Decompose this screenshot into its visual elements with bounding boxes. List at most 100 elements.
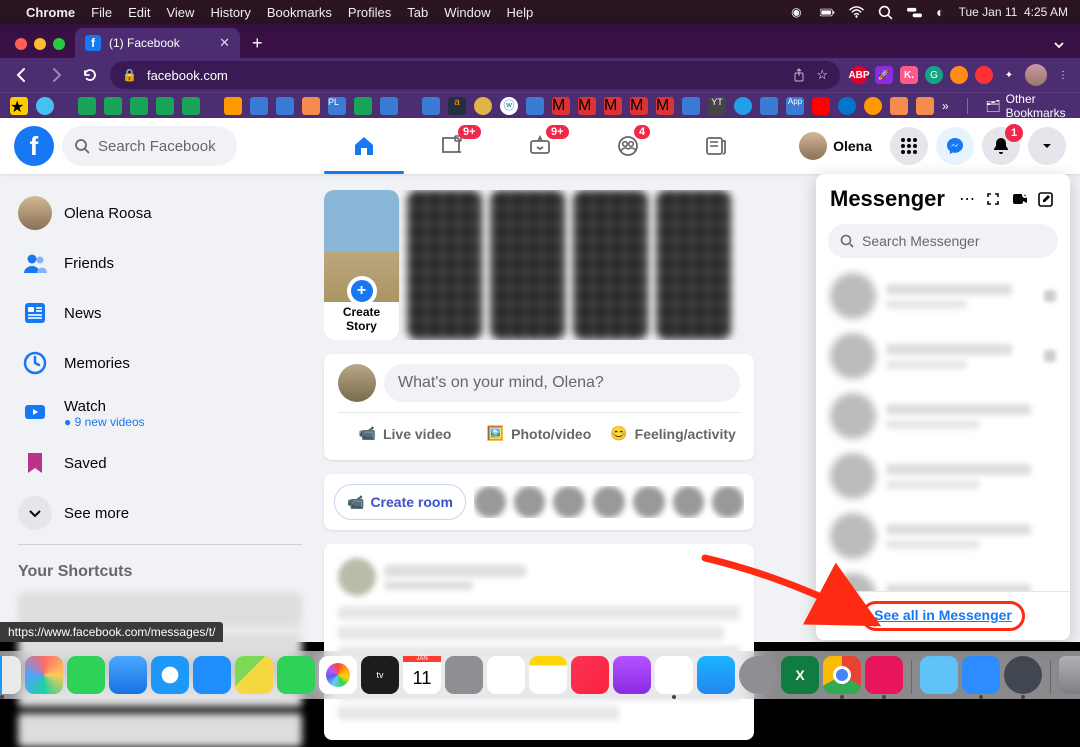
dock-photos[interactable] (319, 656, 357, 694)
ext-rocket-icon[interactable]: 🚀 (875, 66, 893, 84)
share-icon[interactable] (792, 68, 806, 82)
menubar-bookmarks[interactable]: Bookmarks (267, 5, 332, 20)
dock-contacts[interactable] (445, 656, 483, 694)
bookmark-icon[interactable] (156, 97, 174, 115)
other-bookmarks-folder[interactable]: 🗂Other Bookmarks (985, 92, 1066, 118)
contact-avatar[interactable] (474, 486, 506, 518)
conversation-item[interactable] (822, 506, 1064, 566)
create-room-button[interactable]: 📹Create room (334, 484, 466, 520)
ext-grammarly-icon[interactable]: G (925, 66, 943, 84)
extensions-menu-icon[interactable]: ✦ (1000, 66, 1018, 84)
bookmark-icon[interactable] (916, 97, 934, 115)
bookmark-icon[interactable] (250, 97, 268, 115)
dock-music[interactable] (571, 656, 609, 694)
sidebar-see-more[interactable]: See more (8, 488, 312, 538)
contact-avatar[interactable] (633, 486, 665, 518)
contact-avatar[interactable] (514, 486, 546, 518)
sidebar-friends[interactable]: Friends (8, 238, 312, 288)
bookmark-star-icon[interactable]: ☆ (816, 67, 828, 83)
dock-quicktime[interactable] (1004, 656, 1042, 694)
conversation-item[interactable] (822, 566, 1064, 591)
minimize-window-button[interactable] (34, 38, 46, 50)
sidebar-saved[interactable]: Saved (8, 438, 312, 488)
bookmark-icon[interactable]: PL (328, 97, 346, 115)
dock-zoom[interactable] (962, 656, 1000, 694)
dock-appstore[interactable] (697, 656, 735, 694)
bookmark-icon[interactable] (302, 97, 320, 115)
close-window-button[interactable] (15, 38, 27, 50)
nav-news-tab[interactable] (676, 119, 756, 173)
ext-k-icon[interactable]: K. (900, 66, 918, 84)
bookmark-icon[interactable] (682, 97, 700, 115)
contact-avatar[interactable] (673, 486, 705, 518)
profile-chip[interactable]: Olena (795, 129, 882, 163)
composer-live-video[interactable]: 📹Live video (338, 417, 472, 450)
account-dropdown-button[interactable] (1028, 127, 1066, 165)
dock-snagit[interactable] (865, 656, 903, 694)
menubar-window[interactable]: Window (444, 5, 490, 20)
messenger-conversation-list[interactable] (816, 266, 1070, 591)
dock-mail[interactable] (109, 656, 147, 694)
bookmark-icon[interactable] (36, 97, 54, 115)
bookmark-icon[interactable]: M (630, 97, 648, 115)
messenger-button[interactable] (936, 127, 974, 165)
bookmarks-overflow-icon[interactable]: » (942, 99, 949, 113)
sidebar-profile[interactable]: Olena Roosa (8, 188, 312, 238)
ext-red-icon[interactable] (975, 66, 993, 84)
messenger-new-message-icon[interactable] (1036, 186, 1056, 212)
contact-avatar[interactable] (593, 486, 625, 518)
menubar-file[interactable]: File (91, 5, 112, 20)
menubar-edit[interactable]: Edit (128, 5, 150, 20)
bookmark-icon[interactable]: M (552, 97, 570, 115)
reload-button[interactable] (76, 61, 104, 89)
maximize-window-button[interactable] (53, 38, 65, 50)
dock-podcasts[interactable] (613, 656, 651, 694)
menubar-history[interactable]: History (210, 5, 250, 20)
forward-button[interactable] (42, 61, 70, 89)
menubar-profiles[interactable]: Profiles (348, 5, 391, 20)
menubar-datetime[interactable]: Tue Jan 11 4:25 AM (959, 5, 1068, 19)
create-story-card[interactable]: + Create Story (324, 190, 399, 340)
composer-input[interactable]: What's on your mind, Olena? (384, 364, 740, 402)
sidebar-watch[interactable]: Watch● 9 new videos (8, 388, 312, 438)
conversation-item[interactable] (822, 326, 1064, 386)
menubar-tab[interactable]: Tab (407, 5, 428, 20)
bookmark-icon[interactable]: YT (708, 97, 726, 115)
contact-avatar[interactable] (553, 486, 585, 518)
record-status-icon[interactable]: ◉ (791, 5, 806, 20)
story-card[interactable] (573, 190, 648, 340)
bookmark-icon[interactable]: M (604, 97, 622, 115)
bookmark-icon[interactable] (526, 97, 544, 115)
menu-grid-button[interactable] (890, 127, 928, 165)
messenger-expand-icon[interactable] (983, 186, 1003, 212)
dock-appletv[interactable]: tv (361, 656, 399, 694)
chrome-profile-avatar[interactable] (1025, 64, 1047, 86)
bookmark-icon[interactable] (734, 97, 752, 115)
story-card[interactable] (490, 190, 565, 340)
dock-trash[interactable] (1059, 656, 1080, 694)
conversation-item[interactable] (822, 266, 1064, 326)
spotlight-icon[interactable] (878, 5, 893, 20)
dock-launchpad[interactable] (25, 656, 63, 694)
siri-icon[interactable]: ◐ (936, 4, 944, 20)
bookmark-icon[interactable] (474, 97, 492, 115)
dock-chrome[interactable] (823, 656, 861, 694)
bookmark-icon[interactable] (224, 97, 242, 115)
facebook-logo[interactable] (14, 126, 54, 166)
composer-avatar[interactable] (338, 364, 376, 402)
bookmark-icon[interactable] (380, 97, 398, 115)
bookmark-icon[interactable] (760, 97, 778, 115)
dock-finder[interactable] (0, 656, 21, 694)
bookmark-icon[interactable] (812, 97, 830, 115)
tab-search-chevron-icon[interactable] (1052, 38, 1080, 58)
chrome-menu-icon[interactable]: ⋮ (1054, 66, 1072, 84)
menubar-help[interactable]: Help (507, 5, 534, 20)
bookmark-icon[interactable] (422, 97, 440, 115)
dock-mail2[interactable] (193, 656, 231, 694)
back-button[interactable] (8, 61, 36, 89)
bookmark-icon[interactable]: a (448, 97, 466, 115)
bookmark-icon[interactable] (276, 97, 294, 115)
dock-facetime[interactable] (277, 656, 315, 694)
dock-safari[interactable] (151, 656, 189, 694)
story-card[interactable] (407, 190, 482, 340)
